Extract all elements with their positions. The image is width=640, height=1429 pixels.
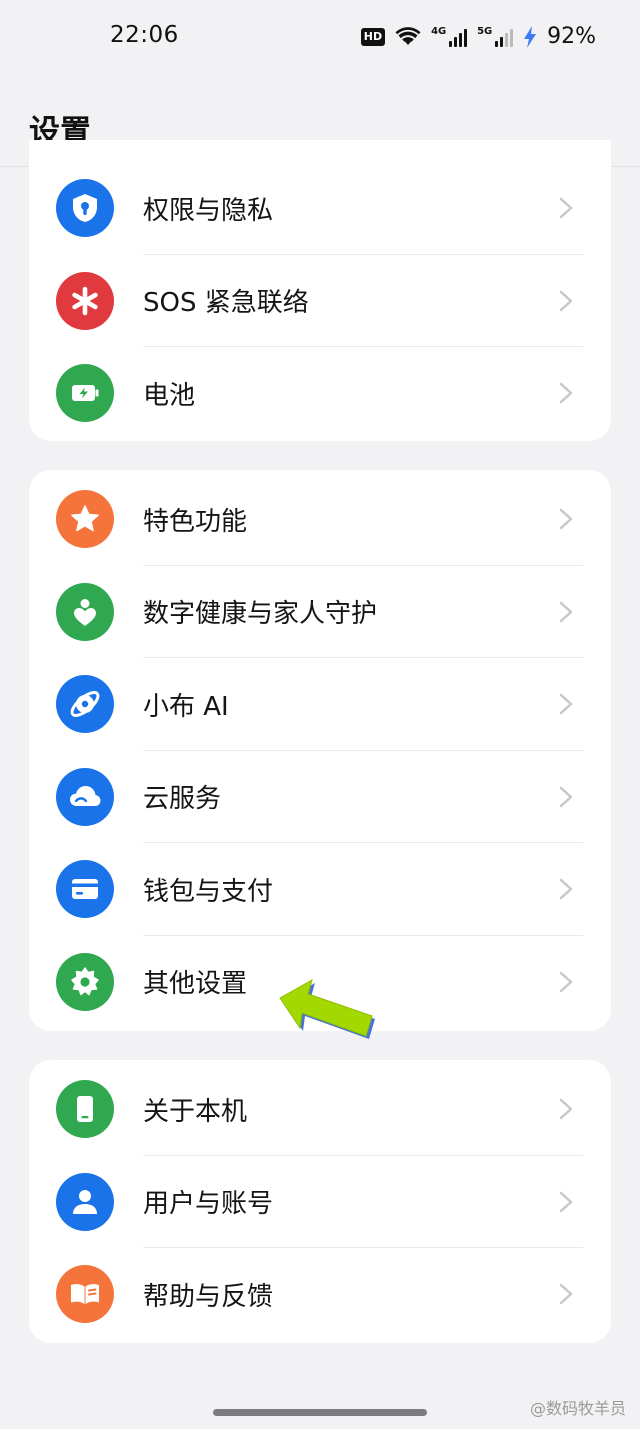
settings-item-label: 其他设置 <box>143 969 248 1000</box>
settings-item-label: 权限与隐私 <box>143 195 274 226</box>
settings-item-cloud[interactable]: 云服务 <box>29 751 611 843</box>
cell-signal-5g-icon: 5G <box>477 26 514 47</box>
settings-group-2: 特色功能 数字健康与家人守护 小布 AI 云服务 钱包与支付 其他设置 <box>29 470 611 1031</box>
settings-item-about-phone[interactable]: 关于本机 <box>29 1063 611 1156</box>
settings-item-ai[interactable]: 小布 AI <box>29 658 611 751</box>
settings-group-3: 关于本机 用户与账号 帮助与反馈 <box>29 1060 611 1343</box>
settings-item-label: 电池 <box>143 380 196 411</box>
chevron-right-icon <box>559 1099 573 1120</box>
settings-screen: 22:06 HD 4G 5G 92% 设置 权限与隐私 SOS 紧急联络 电池 … <box>0 0 640 1429</box>
green-arrow-icon <box>279 978 375 1039</box>
gear-icon <box>56 952 114 1011</box>
status-time: 22:06 <box>110 22 179 48</box>
settings-item-label: 帮助与反馈 <box>143 1281 274 1312</box>
settings-item-label: 钱包与支付 <box>143 876 274 907</box>
chevron-right-icon <box>559 694 573 715</box>
settings-item-features[interactable]: 特色功能 <box>29 473 611 566</box>
shield-lock-icon <box>56 179 114 238</box>
charging-bolt-icon <box>524 25 537 48</box>
wellbeing-icon <box>56 582 114 641</box>
status-bar: 22:06 HD 4G 5G 92% <box>0 0 640 70</box>
wallet-icon <box>56 860 114 919</box>
settings-item-label: 云服务 <box>143 784 222 815</box>
chevron-right-icon <box>559 290 573 311</box>
home-indicator[interactable] <box>213 1409 427 1416</box>
phone-icon <box>56 1080 114 1139</box>
asterisk-icon <box>56 271 114 330</box>
settings-item-accounts[interactable]: 用户与账号 <box>29 1156 611 1248</box>
settings-item-label: 特色功能 <box>143 506 248 537</box>
ai-assistant-icon <box>56 675 114 734</box>
settings-item-wallet[interactable]: 钱包与支付 <box>29 843 611 936</box>
settings-item-sos[interactable]: SOS 紧急联络 <box>29 255 611 347</box>
chevron-right-icon <box>559 786 573 807</box>
settings-item-battery[interactable]: 电池 <box>29 347 611 440</box>
hd-voice-icon: HD <box>360 27 386 46</box>
settings-item-label: 数字健康与家人守护 <box>143 599 378 630</box>
chevron-right-icon <box>559 879 573 900</box>
chevron-right-icon <box>559 971 573 992</box>
settings-item-label: 关于本机 <box>143 1096 248 1127</box>
settings-item-label: SOS 紧急联络 <box>143 288 309 319</box>
settings-group-1: 权限与隐私 SOS 紧急联络 电池 <box>29 140 611 441</box>
settings-item-privacy[interactable]: 权限与隐私 <box>29 162 611 255</box>
chevron-right-icon <box>559 1191 573 1212</box>
cloud-icon <box>56 767 114 826</box>
chevron-right-icon <box>559 198 573 219</box>
chevron-right-icon <box>559 1284 573 1305</box>
user-icon <box>56 1172 114 1231</box>
settings-item-label: 用户与账号 <box>143 1189 274 1220</box>
chevron-right-icon <box>559 601 573 622</box>
chevron-right-icon <box>559 383 573 404</box>
wifi-icon <box>395 26 421 45</box>
battery-percentage: 92% <box>547 24 596 49</box>
book-icon <box>56 1265 114 1324</box>
star-icon <box>56 490 114 549</box>
battery-icon <box>56 364 114 423</box>
settings-item-label: 小布 AI <box>143 691 229 722</box>
status-icons: HD 4G 5G 92% <box>360 24 596 49</box>
settings-item-digital-wellbeing[interactable]: 数字健康与家人守护 <box>29 566 611 658</box>
cell-signal-4g-icon: 4G <box>431 26 468 47</box>
settings-item-help-feedback[interactable]: 帮助与反馈 <box>29 1248 611 1341</box>
watermark: @数码牧羊员 <box>529 1399 626 1418</box>
chevron-right-icon <box>559 509 573 530</box>
